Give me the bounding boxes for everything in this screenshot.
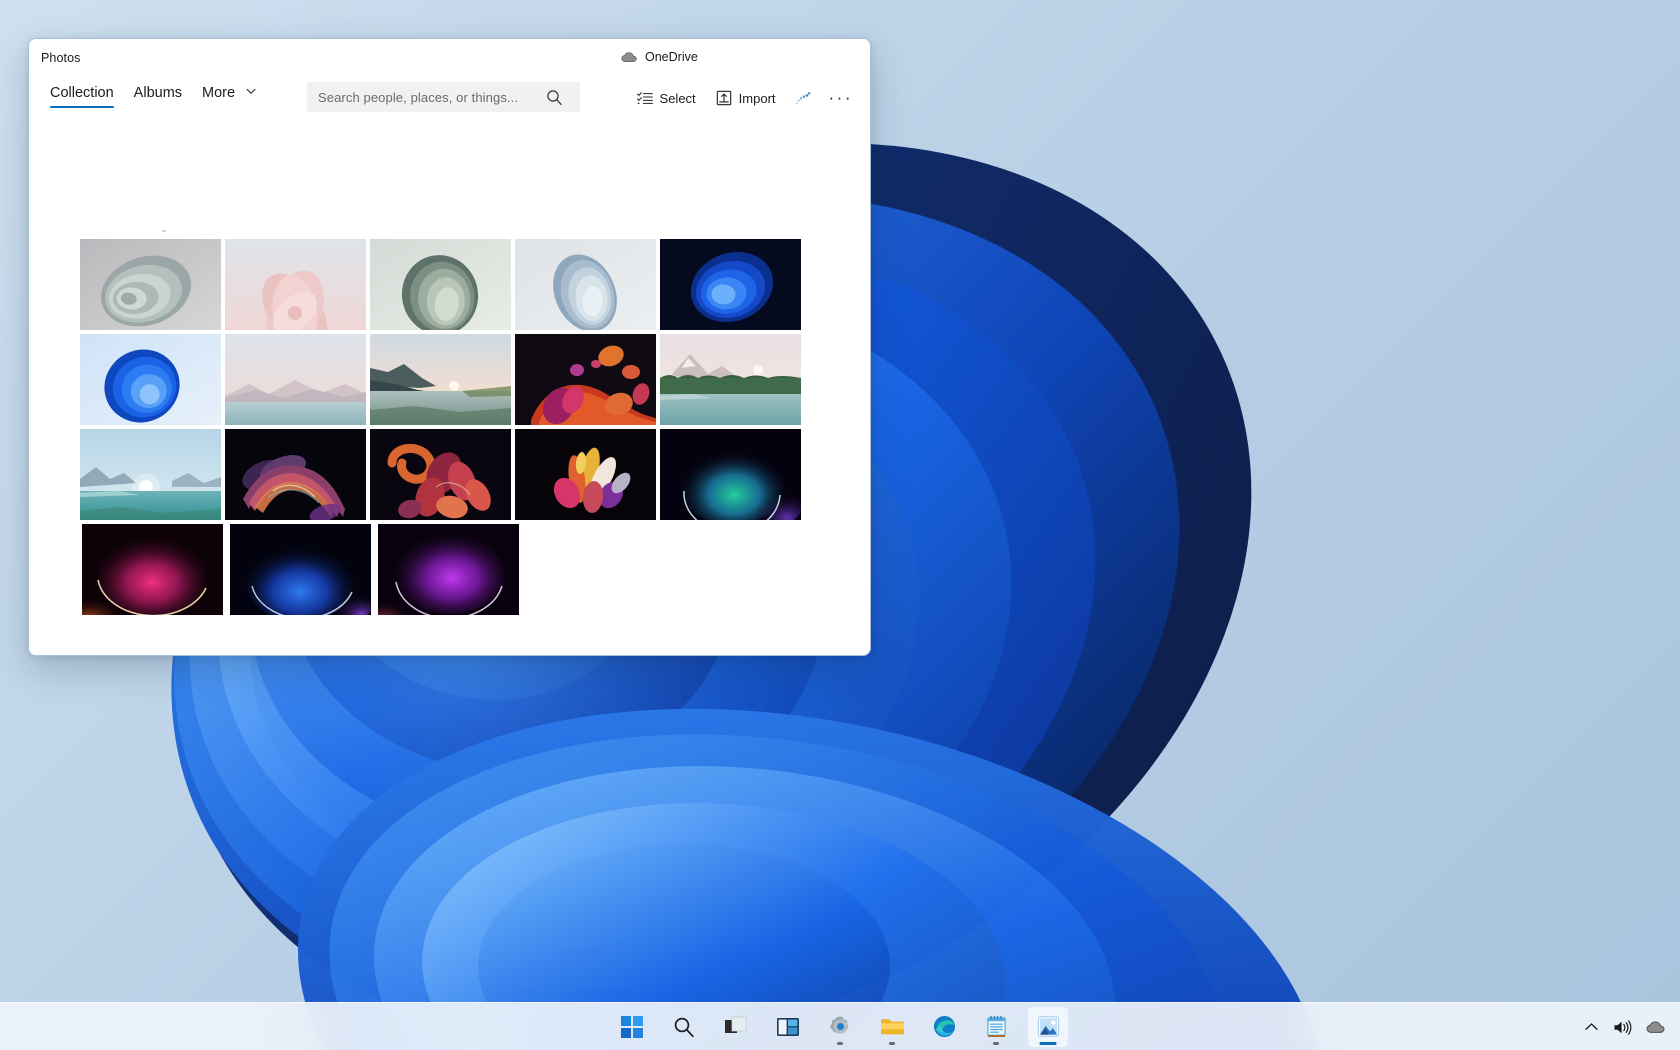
photo-thumbnail-abstract-petal-glow[interactable]: [515, 429, 656, 520]
nav-tabs: Collection Albums More: [40, 81, 266, 110]
photo-thumbnail-landscape-pink-lake[interactable]: [225, 334, 366, 425]
photo-thumbnail-bloom-green-fold[interactable]: [370, 239, 511, 330]
widgets-icon: [776, 1016, 800, 1038]
photo-thumbnail-abstract-red-ribbon[interactable]: [370, 429, 511, 520]
search-box[interactable]: Search people, places, or things...: [307, 82, 580, 112]
taskbar: [0, 1002, 1680, 1050]
settings-button[interactable]: [820, 1007, 860, 1047]
sort-caret: ⌄: [160, 226, 168, 232]
chevron-up-icon[interactable]: [1584, 1021, 1599, 1033]
import-label: Import: [739, 91, 776, 106]
notepad-button[interactable]: [976, 1007, 1016, 1047]
sync-spinner-icon: [792, 88, 812, 108]
photo-row: [80, 334, 820, 425]
import-button[interactable]: Import: [706, 85, 786, 111]
app-title: Photos: [41, 51, 81, 65]
tab-more-label: More: [202, 85, 235, 101]
photo-row: [80, 429, 820, 520]
photo-thumbnail-landscape-misty-sunrise[interactable]: [80, 429, 221, 520]
photo-thumbnail-glow-arc-magenta[interactable]: [82, 524, 223, 615]
photo-thumbnail-bloom-pink-flower[interactable]: [225, 239, 366, 330]
folder-icon: [880, 1016, 905, 1037]
edge-button[interactable]: [924, 1007, 964, 1047]
desktop: Photos OneDrive Collection Albums More: [0, 0, 1680, 1050]
photos-icon: [1036, 1014, 1061, 1039]
search-icon[interactable]: [546, 89, 572, 106]
tab-more[interactable]: More: [192, 81, 266, 110]
onedrive-label: OneDrive: [645, 50, 698, 64]
cloud-icon: [621, 51, 638, 63]
select-label: Select: [660, 91, 696, 106]
photo-thumbnail-abstract-orange-flow[interactable]: [515, 334, 656, 425]
photo-collection-area: ⌄: [29, 123, 870, 655]
photo-thumbnail-bloom-lightblue-fold[interactable]: [515, 239, 656, 330]
photo-thumbnail-glow-arc-teal[interactable]: [660, 429, 801, 520]
photo-thumbnail-glow-arc-blue[interactable]: [230, 524, 371, 615]
task-view-icon: [724, 1016, 748, 1038]
window-titlebar: Photos OneDrive: [29, 39, 870, 79]
photo-thumbnail-bloom-grey-swirl[interactable]: [80, 239, 221, 330]
gear-icon: [829, 1015, 852, 1038]
onedrive-status[interactable]: OneDrive: [621, 50, 698, 64]
tab-albums-label: Albums: [134, 85, 182, 101]
task-view-button[interactable]: [716, 1007, 756, 1047]
tab-albums[interactable]: Albums: [124, 81, 192, 110]
system-tray: [1584, 1003, 1666, 1050]
tab-collection[interactable]: Collection: [40, 81, 124, 110]
search-button[interactable]: [664, 1007, 704, 1047]
widgets-button[interactable]: [768, 1007, 808, 1047]
edge-icon: [933, 1015, 956, 1038]
photo-thumbnail-abstract-purple-ribbon[interactable]: [225, 429, 366, 520]
import-icon: [716, 90, 732, 106]
select-button[interactable]: Select: [627, 86, 706, 111]
chevron-down-icon: [246, 88, 256, 95]
photo-thumbnail-bloom-blue-light[interactable]: [80, 334, 221, 425]
toolbar-actions: Select Import: [627, 83, 864, 113]
speaker-icon[interactable]: [1613, 1020, 1632, 1035]
photo-thumbnail-landscape-sunset-lake[interactable]: [370, 334, 511, 425]
photo-thumbnail-landscape-mountain-lake[interactable]: [660, 334, 801, 425]
onedrive-tray-icon[interactable]: [1646, 1020, 1666, 1034]
windows-logo-icon: [621, 1016, 643, 1038]
start-button[interactable]: [612, 1007, 652, 1047]
sync-spinner: [786, 83, 818, 113]
select-list-icon: [637, 91, 653, 105]
more-options-button[interactable]: ···: [818, 87, 864, 109]
search-icon: [673, 1016, 695, 1038]
photo-thumbnail-bloom-blue-dark[interactable]: [660, 239, 801, 330]
photos-window[interactable]: Photos OneDrive Collection Albums More: [28, 38, 871, 656]
taskbar-center-group: [612, 1007, 1068, 1047]
notepad-icon: [986, 1015, 1007, 1038]
photo-row: [80, 524, 820, 615]
photos-button[interactable]: [1028, 1007, 1068, 1047]
tab-collection-label: Collection: [50, 85, 114, 101]
photos-toolbar: Collection Albums More Search people, pl…: [29, 79, 870, 123]
photo-thumbnail-glow-arc-purple[interactable]: [378, 524, 519, 615]
file-explorer-button[interactable]: [872, 1007, 912, 1047]
photo-grid: [80, 239, 820, 619]
photo-row: [80, 239, 820, 330]
search-input[interactable]: Search people, places, or things...: [307, 90, 546, 105]
